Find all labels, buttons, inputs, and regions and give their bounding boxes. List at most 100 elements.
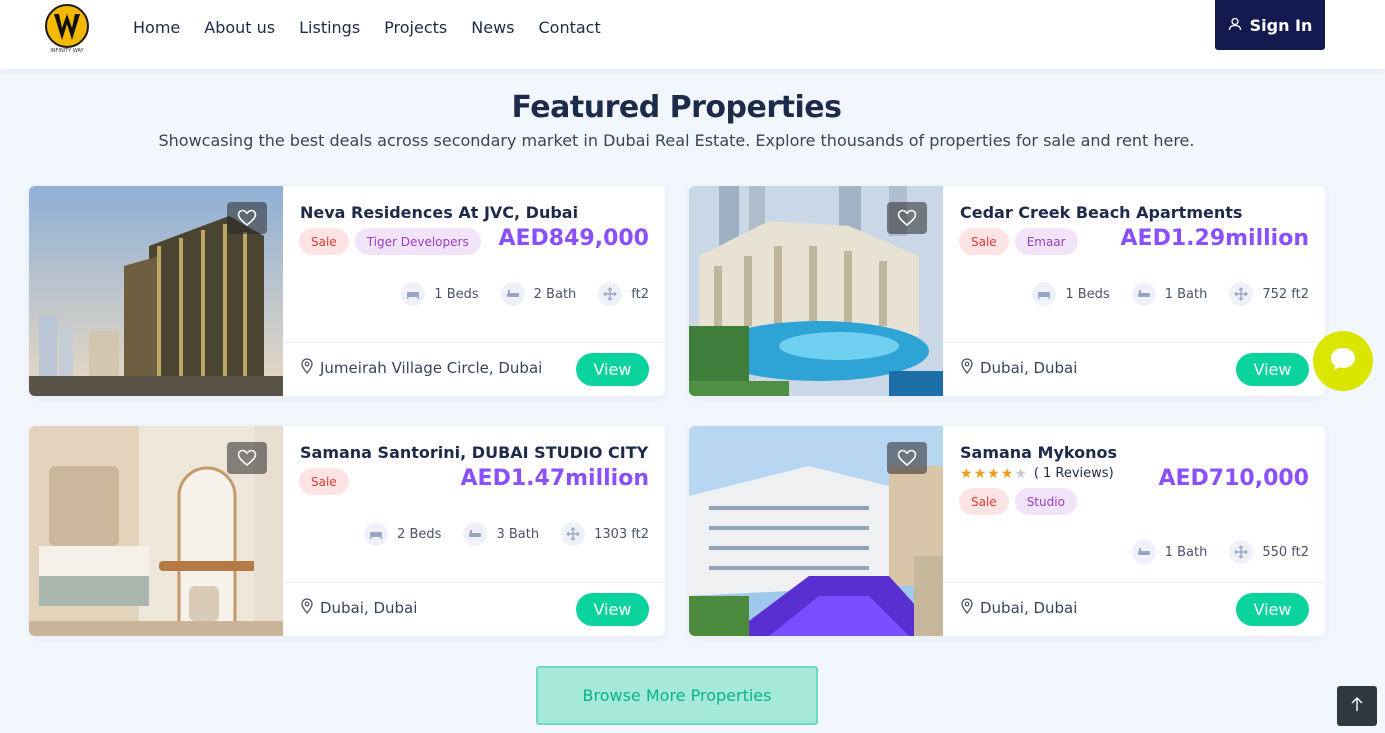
- area-label: 1303 ft2: [594, 526, 649, 542]
- area-icon: [1229, 540, 1254, 564]
- bed-icon: [1032, 282, 1057, 306]
- view-button[interactable]: View: [576, 593, 649, 626]
- favorite-button[interactable]: [227, 202, 267, 234]
- sign-in-button[interactable]: Sign In: [1215, 0, 1325, 50]
- section-title: Featured Properties: [511, 90, 842, 125]
- user-icon: [1228, 16, 1242, 35]
- location-label: Jumeirah Village Circle, Dubai: [320, 359, 543, 377]
- map-pin-icon: [301, 358, 313, 378]
- bath-icon: [500, 282, 525, 306]
- view-button[interactable]: View: [1236, 353, 1309, 386]
- favorite-button[interactable]: [887, 442, 927, 474]
- heart-icon: [237, 449, 257, 467]
- section-subtitle: Showcasing the best deals across seconda…: [158, 131, 1195, 150]
- map-pin-icon: [301, 598, 313, 618]
- area-feature: 1303 ft2: [561, 522, 649, 546]
- bed-icon: [364, 522, 389, 546]
- property-title[interactable]: Samana Santorini, DUBAI STUDIO CITY: [300, 443, 648, 462]
- nav-projects[interactable]: Projects: [384, 18, 447, 37]
- card-divider: [943, 342, 1325, 343]
- area-feature: ft2: [598, 282, 649, 306]
- area-label: 550 ft2: [1262, 544, 1309, 560]
- top-navbar: INFINITY WAY Home About us Listings Proj…: [0, 0, 1385, 69]
- beds-feature: 2 Beds: [364, 522, 441, 546]
- property-location: Dubai, Dubai: [961, 598, 1077, 618]
- property-title[interactable]: Samana Mykonos: [960, 443, 1117, 462]
- map-pin-icon: [961, 358, 973, 378]
- area-label: ft2: [631, 286, 649, 302]
- scroll-to-top-button[interactable]: [1337, 686, 1377, 726]
- card-divider: [283, 342, 665, 343]
- logo-wordmark: INFINITY WAY: [50, 48, 84, 54]
- bath-icon: [463, 522, 488, 546]
- sale-badge: Sale: [959, 228, 1009, 255]
- rating-stars: ★ ★ ★ ★ ★ ( 1 Reviews): [960, 466, 1114, 481]
- nav-about-us[interactable]: About us: [204, 18, 275, 37]
- star-icon: ★: [987, 465, 1000, 482]
- location-label: Dubai, Dubai: [980, 359, 1078, 377]
- nav-news[interactable]: News: [471, 18, 514, 37]
- property-card: Cedar Creek Beach Apartments Sale Emaar …: [689, 186, 1325, 396]
- area-label: 752 ft2: [1262, 286, 1309, 302]
- heart-icon: [897, 209, 917, 227]
- developer-badge: Emaar: [1014, 228, 1078, 255]
- sale-badge: Sale: [299, 468, 349, 495]
- bath-feature: 2 Bath: [500, 282, 576, 306]
- bed-icon: [401, 282, 426, 306]
- star-empty-icon: ★: [1014, 465, 1027, 482]
- developer-badge: Tiger Developers: [354, 228, 481, 255]
- browse-more-button[interactable]: Browse More Properties: [536, 666, 818, 725]
- beds-label: 1 Beds: [434, 286, 479, 302]
- location-label: Dubai, Dubai: [320, 599, 418, 617]
- favorite-button[interactable]: [887, 202, 927, 234]
- bath-feature: 1 Bath: [1131, 540, 1207, 564]
- star-icon: ★: [1000, 465, 1014, 482]
- area-icon: [598, 282, 623, 306]
- property-card: Neva Residences At JVC, Dubai Sale Tiger…: [29, 186, 665, 396]
- property-photo[interactable]: [29, 426, 283, 636]
- view-button[interactable]: View: [576, 353, 649, 386]
- site-logo[interactable]: INFINITY WAY: [44, 2, 90, 54]
- reviews-count: ( 1 Reviews): [1033, 466, 1114, 481]
- card-divider: [943, 582, 1325, 583]
- beds-feature: 1 Beds: [401, 282, 479, 306]
- area-feature: 752 ft2: [1229, 282, 1309, 306]
- heart-icon: [237, 209, 257, 227]
- property-title[interactable]: Neva Residences At JVC, Dubai: [300, 203, 578, 222]
- property-location: Jumeirah Village Circle, Dubai: [301, 358, 542, 378]
- type-badge: Studio: [1014, 488, 1077, 515]
- area-icon: [561, 522, 586, 546]
- property-price: AED1.47million: [460, 466, 649, 491]
- bath-feature: 3 Bath: [463, 522, 539, 546]
- bath-label: 1 Bath: [1164, 286, 1208, 302]
- chat-bubble-icon: [1328, 344, 1358, 378]
- bath-feature: 1 Bath: [1131, 282, 1208, 306]
- beds-label: 1 Beds: [1065, 286, 1110, 302]
- property-card: Samana Santorini, DUBAI STUDIO CITY Sale…: [29, 426, 665, 636]
- property-photo[interactable]: [689, 186, 943, 396]
- property-price: AED710,000: [1158, 466, 1309, 491]
- star-icon: ★: [960, 465, 973, 482]
- chat-widget-button[interactable]: [1313, 331, 1373, 391]
- star-icon: ★: [973, 465, 987, 482]
- sale-badge: Sale: [959, 488, 1009, 515]
- arrow-up-icon: [1350, 696, 1364, 716]
- bath-icon: [1131, 282, 1156, 306]
- bath-icon: [1131, 540, 1156, 564]
- property-price: AED849,000: [498, 226, 649, 251]
- beds-feature: 1 Beds: [1032, 282, 1110, 306]
- sale-badge: Sale: [299, 228, 349, 255]
- nav-contact[interactable]: Contact: [538, 18, 600, 37]
- location-label: Dubai, Dubai: [980, 599, 1078, 617]
- property-card: Samana Mykonos ★ ★ ★ ★ ★ ( 1 Reviews) Sa…: [689, 426, 1325, 636]
- view-button[interactable]: View: [1236, 593, 1309, 626]
- property-location: Dubai, Dubai: [961, 358, 1077, 378]
- property-photo[interactable]: [689, 426, 943, 636]
- card-divider: [283, 582, 665, 583]
- property-title[interactable]: Cedar Creek Beach Apartments: [960, 203, 1242, 222]
- property-photo[interactable]: [29, 186, 283, 396]
- nav-listings[interactable]: Listings: [299, 18, 360, 37]
- favorite-button[interactable]: [227, 442, 267, 474]
- property-location: Dubai, Dubai: [301, 598, 417, 618]
- nav-home[interactable]: Home: [133, 18, 180, 37]
